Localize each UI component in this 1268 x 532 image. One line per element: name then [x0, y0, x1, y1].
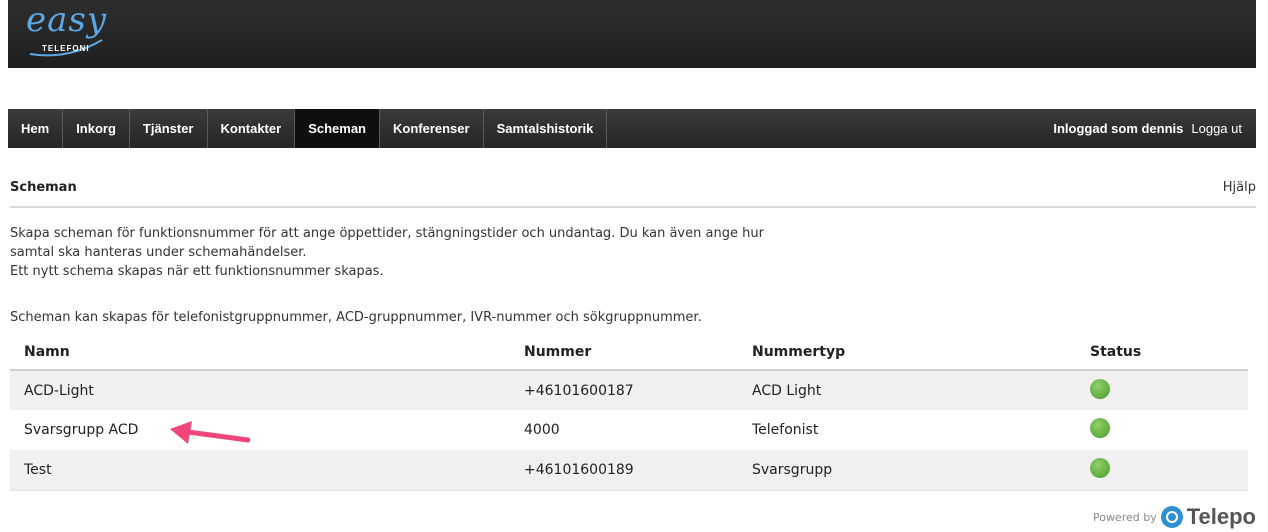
- table-row[interactable]: ACD-Light +46101600187 ACD Light: [10, 370, 1248, 410]
- main-nav: Hem Inkorg Tjänster Kontakter Scheman Ko…: [8, 109, 1256, 148]
- user-area: Inloggad som dennis Logga ut: [1053, 109, 1256, 148]
- column-header-name[interactable]: Namn: [10, 334, 510, 371]
- nav-item-inkorg[interactable]: Inkorg: [63, 109, 130, 148]
- schedule-name[interactable]: Test: [10, 450, 510, 491]
- status-green-icon: [1090, 457, 1110, 478]
- description-line: Ett nytt schema skapas när ett funktions…: [10, 264, 384, 279]
- nav-item-tjanster[interactable]: Tjänster: [130, 109, 208, 148]
- schedule-number: +46101600187: [510, 370, 738, 410]
- logo-subtitle: TELEFONI: [42, 44, 90, 53]
- help-link[interactable]: Hjälp: [1223, 180, 1256, 195]
- schedule-number: 4000: [524, 422, 560, 438]
- description-line: Skapa scheman för funktionsnummer för at…: [10, 226, 764, 241]
- column-header-status[interactable]: Status: [1076, 334, 1248, 371]
- page-description: Skapa scheman för funktionsnummer för at…: [10, 224, 910, 281]
- schedule-number: +46101600189: [510, 450, 738, 491]
- column-header-type[interactable]: Nummertyp: [738, 334, 1076, 371]
- status-green-icon: [1090, 418, 1110, 438]
- schedule-status: [1076, 370, 1248, 410]
- column-header-number[interactable]: Nummer: [510, 334, 738, 371]
- schedule-name[interactable]: Svarsgrupp ACD: [10, 410, 510, 450]
- nav-item-kontakter[interactable]: Kontakter: [208, 109, 296, 148]
- page-title: Scheman: [10, 180, 77, 195]
- schedule-status: [1076, 450, 1248, 491]
- logged-in-user: Inloggad som dennis: [1053, 121, 1184, 136]
- nav-item-hem[interactable]: Hem: [8, 109, 64, 148]
- status-green-icon: [1090, 378, 1110, 399]
- powered-by-label: Powered by: [1092, 510, 1157, 524]
- schedule-type: ACD Light: [738, 370, 1076, 410]
- nav-item-konferenser[interactable]: Konferenser: [380, 109, 484, 148]
- nav-item-scheman[interactable]: Scheman: [295, 109, 380, 148]
- telepo-brand[interactable]: Telepo: [1187, 504, 1256, 530]
- pink-arrow-icon: [170, 421, 250, 444]
- logout-link[interactable]: Logga ut: [1191, 121, 1242, 136]
- page-note: Scheman kan skapas för telefonistgruppnu…: [10, 310, 702, 325]
- telepo-logo-icon: [1160, 506, 1183, 528]
- schedule-type: Telefonist: [752, 422, 819, 438]
- table-row[interactable]: Test +46101600189 Svarsgrupp: [10, 450, 1248, 491]
- schedules-table: Namn Nummer Nummertyp Status ACD-Light +…: [10, 334, 1248, 491]
- description-line: samtal ska hanteras under schemahändelse…: [10, 245, 307, 260]
- schedule-status: [1076, 410, 1248, 450]
- nav-item-samtalshistorik[interactable]: Samtalshistorik: [484, 109, 608, 148]
- schedule-name[interactable]: ACD-Light: [10, 370, 510, 410]
- easy-telefoni-logo[interactable]: easy TELEFONI: [24, 0, 134, 64]
- logo-wordmark: easy: [26, 0, 108, 40]
- top-banner: easy TELEFONI: [8, 0, 1256, 68]
- table-header-row: Namn Nummer Nummertyp Status: [10, 334, 1248, 371]
- schedule-type: Svarsgrupp: [738, 450, 1076, 491]
- page-header: Scheman Hjälp: [10, 178, 1256, 208]
- footer: Powered by Telepo: [1093, 504, 1256, 530]
